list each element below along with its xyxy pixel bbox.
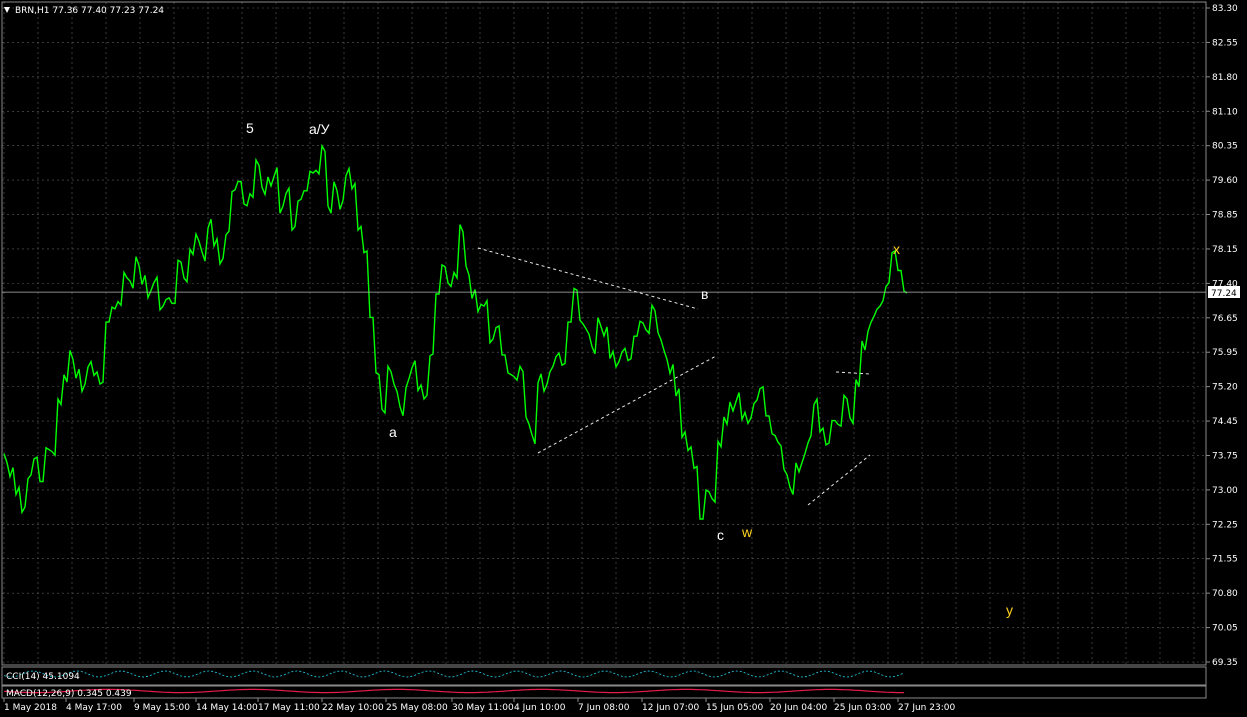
time-tick-label: 9 May 15:00 xyxy=(134,703,190,713)
time-tick-label: 4 Jun 10:00 xyxy=(514,703,566,713)
time-tick-label: 25 May 08:00 xyxy=(386,703,448,713)
cci-frame xyxy=(1,666,1207,686)
price-tick-label: 75.95 xyxy=(1212,348,1238,358)
time-tick-label: 27 Jun 23:00 xyxy=(898,703,955,713)
time-tick-label: 20 Jun 04:00 xyxy=(770,703,827,713)
wave-label-w: w xyxy=(741,524,753,540)
chart-background xyxy=(0,0,1247,717)
wave-label-x: x xyxy=(893,241,900,257)
time-tick-label: 1 May 2018 xyxy=(4,703,57,713)
price-tick-label: 70.80 xyxy=(1212,589,1238,599)
current-price-tag: 77.24 xyxy=(1208,286,1240,299)
cci-window[interactable]: CCI(14) 45.1094 xyxy=(1,666,1207,686)
price-tick-label: 70.05 xyxy=(1212,624,1238,634)
price-tick-label: 74.45 xyxy=(1212,417,1238,427)
price-tick-label: 76.65 xyxy=(1212,314,1238,324)
chart-window[interactable]: 5 а/У а в с w x y BRN,H1 77.36 77.40 77.… xyxy=(0,0,1247,717)
cci-label: CCI(14) 45.1094 xyxy=(6,672,80,682)
macd-label: MACD(12,26,9) 0.345 0.439 xyxy=(6,689,132,699)
wave-label-a-y: а/У xyxy=(309,121,330,137)
price-tick-label: 82.55 xyxy=(1212,38,1238,48)
wave-label-a: а xyxy=(389,424,397,440)
chart-canvas[interactable]: 5 а/У а в с w x y BRN,H1 77.36 77.40 77.… xyxy=(0,0,1247,717)
time-tick-label: 14 May 14:00 xyxy=(196,703,258,713)
price-tick-label: 73.00 xyxy=(1212,486,1238,496)
time-tick-label: 4 May 17:00 xyxy=(66,703,122,713)
price-tick-label: 79.60 xyxy=(1212,176,1238,186)
price-tick-label: 73.75 xyxy=(1212,451,1238,461)
price-tick-label: 78.15 xyxy=(1212,245,1238,255)
time-tick-label: 22 May 10:00 xyxy=(322,703,384,713)
price-tick-label: 81.10 xyxy=(1212,107,1238,117)
price-tick-label: 71.55 xyxy=(1212,555,1238,565)
macd-window[interactable]: MACD(12,26,9) 0.345 0.439 xyxy=(1,685,1207,699)
time-tick-label: 17 May 11:00 xyxy=(258,703,320,713)
wave-label-y: y xyxy=(1006,602,1013,618)
symbol-header: BRN,H1 77.36 77.40 77.23 77.24 xyxy=(15,6,164,16)
price-tick-label: 78.85 xyxy=(1212,211,1238,221)
price-tick-label: 75.20 xyxy=(1212,383,1238,393)
time-tick-label: 12 Jun 07:00 xyxy=(642,703,699,713)
time-tick-label: 15 Jun 05:00 xyxy=(706,703,763,713)
price-tick-label: 83.30 xyxy=(1212,4,1238,14)
wave-label-c: с xyxy=(717,527,724,543)
current-price-label: 77.24 xyxy=(1211,289,1237,299)
price-tick-label: 81.80 xyxy=(1212,73,1238,83)
price-tick-label: 72.25 xyxy=(1212,520,1238,530)
time-tick-label: 30 May 11:00 xyxy=(452,703,514,713)
price-tick-label: 80.35 xyxy=(1212,142,1238,152)
wave-label-b: в xyxy=(701,286,708,302)
wave-label-5: 5 xyxy=(246,120,254,136)
price-tick-label: 69.35 xyxy=(1212,658,1238,668)
time-tick-label: 7 Jun 08:00 xyxy=(578,703,630,713)
time-tick-label: 25 Jun 03:00 xyxy=(834,703,891,713)
